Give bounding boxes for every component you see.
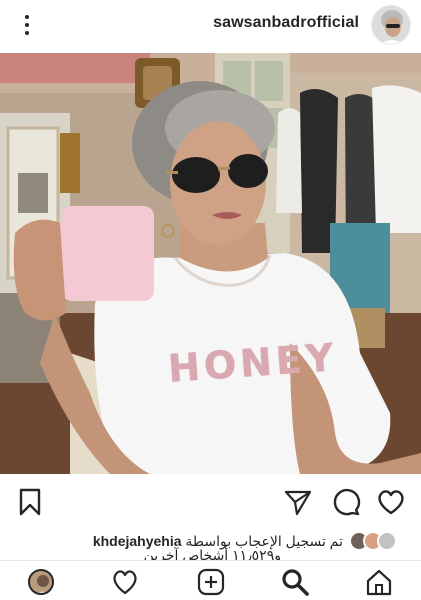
avatar: [377, 531, 397, 551]
username[interactable]: sawsanbadrofficial: [213, 14, 359, 32]
bookmark-icon[interactable]: [14, 486, 46, 518]
add-icon[interactable]: [196, 567, 226, 597]
post-actions: [0, 478, 421, 524]
comment-icon[interactable]: [330, 486, 362, 518]
heart-icon[interactable]: [375, 486, 407, 518]
search-icon[interactable]: [280, 567, 310, 597]
post-photo[interactable]: HONEY: [0, 53, 421, 474]
share-icon[interactable]: [282, 486, 314, 518]
post-header: sawsanbadrofficial: [0, 0, 421, 52]
heart-icon[interactable]: [110, 567, 140, 597]
bottom-nav: [0, 560, 421, 600]
more-vertical-icon[interactable]: [18, 10, 36, 40]
profile-avatar[interactable]: [371, 5, 411, 45]
home-icon[interactable]: [364, 567, 394, 597]
liker-avatars: [349, 531, 397, 551]
nav-profile-avatar[interactable]: [28, 569, 54, 595]
